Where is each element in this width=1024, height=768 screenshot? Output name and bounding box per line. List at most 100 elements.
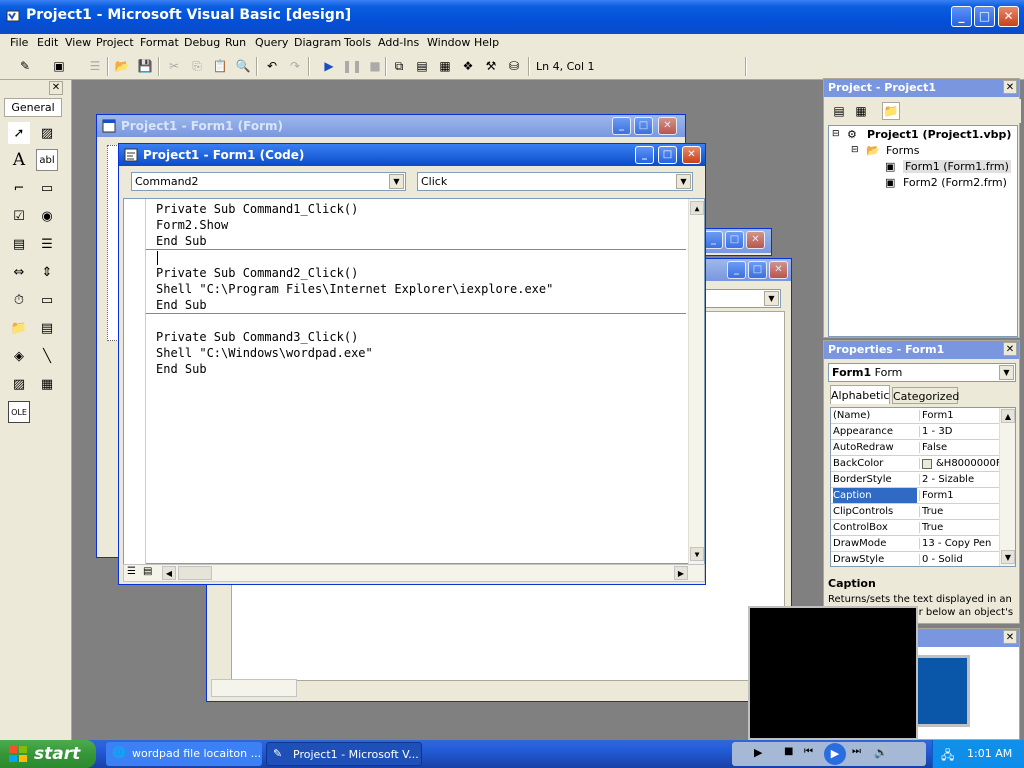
- form1-minimize-button[interactable]: _: [612, 117, 631, 135]
- optionbutton-icon[interactable]: ◉: [36, 205, 58, 227]
- menu-project[interactable]: Project: [96, 36, 134, 49]
- code-editor[interactable]: Private Sub Command1_Click() Form2.Show …: [123, 198, 705, 565]
- menu-window[interactable]: Window: [427, 36, 470, 49]
- add-form-icon[interactable]: ▣: [50, 57, 68, 75]
- form-layout-close-icon[interactable]: ✕: [1003, 630, 1017, 644]
- collapse-icon[interactable]: ⊟: [832, 129, 840, 139]
- previous-icon[interactable]: ⏮: [804, 746, 813, 757]
- commandbutton-icon[interactable]: ▭: [36, 177, 58, 199]
- prop-value[interactable]: Form1: [919, 410, 999, 421]
- toggle-folders-icon[interactable]: 📁: [882, 102, 900, 120]
- view-code-icon[interactable]: ▤: [830, 102, 848, 120]
- object-browser-icon[interactable]: ❖: [459, 57, 477, 75]
- prop-value[interactable]: 0 - Solid: [919, 554, 999, 565]
- procedure-view-icon[interactable]: ☰: [127, 566, 136, 577]
- prop-value[interactable]: 1 - 3D: [919, 426, 999, 437]
- image-icon[interactable]: ▨: [8, 373, 30, 395]
- menu-add-ins[interactable]: Add-Ins: [378, 36, 419, 49]
- scroll-up-icon[interactable]: ▲: [1001, 409, 1015, 423]
- properties-close-icon[interactable]: ✕: [1003, 342, 1017, 356]
- code-maximize-button[interactable]: □: [658, 146, 677, 164]
- code-close-button[interactable]: ✕: [682, 146, 701, 164]
- shape-icon[interactable]: ◈: [8, 345, 30, 367]
- project-explorer-close-icon[interactable]: ✕: [1003, 80, 1017, 94]
- code-vertical-scrollbar[interactable]: ▲ ▼: [688, 199, 704, 565]
- media-player-toolbar[interactable]: ▶ ■ ⏮ ▶ ⏭ 🔊: [732, 742, 926, 766]
- filelistbox-icon[interactable]: ▤: [36, 317, 58, 339]
- prop-name-selected[interactable]: Caption: [833, 488, 917, 503]
- object-combo-arrow-icon[interactable]: ▼: [389, 174, 404, 189]
- menu-view[interactable]: View: [65, 36, 91, 49]
- prop-value[interactable]: False: [919, 442, 999, 453]
- combobox-icon[interactable]: ▤: [8, 233, 30, 255]
- stop-icon[interactable]: ■: [784, 746, 793, 757]
- menu-file[interactable]: File: [10, 36, 28, 49]
- hscrollbar-icon[interactable]: ⇔: [8, 261, 30, 283]
- prop-name[interactable]: ControlBox: [833, 522, 917, 533]
- media-player-preview[interactable]: [748, 606, 918, 740]
- taskbar-item-wordpad[interactable]: 🌐 wordpad file locaiton ...: [106, 742, 262, 766]
- menu-format[interactable]: Format: [140, 36, 179, 49]
- cut-icon[interactable]: ✂: [165, 57, 183, 75]
- prop-name[interactable]: BorderStyle: [833, 474, 917, 485]
- prop-value[interactable]: Form1: [919, 490, 999, 501]
- copy-icon[interactable]: ⎘: [188, 57, 206, 75]
- properties-window-icon[interactable]: ▤: [413, 57, 431, 75]
- form2-maximize-button[interactable]: □: [748, 261, 767, 279]
- menu-help[interactable]: Help: [474, 36, 499, 49]
- prop-name[interactable]: DrawMode: [833, 538, 917, 549]
- prop-name[interactable]: (Name): [833, 410, 917, 421]
- project-explorer-icon[interactable]: ⧉: [390, 57, 408, 75]
- main-title-bar[interactable]: Project1 - Microsoft Visual Basic [desig…: [0, 0, 1024, 34]
- start-icon[interactable]: ▶: [320, 57, 338, 75]
- save-project-icon[interactable]: 💾: [136, 57, 154, 75]
- label-icon[interactable]: A: [8, 149, 30, 171]
- menu-query[interactable]: Query: [255, 36, 288, 49]
- line-icon[interactable]: ╲: [36, 345, 58, 367]
- maximize-button[interactable]: □: [974, 6, 995, 27]
- end-icon[interactable]: ■: [366, 57, 384, 75]
- menu-run[interactable]: Run: [225, 36, 246, 49]
- listbox-icon[interactable]: ☰: [36, 233, 58, 255]
- data-view-icon[interactable]: ⛁: [505, 57, 523, 75]
- data-control-icon[interactable]: ▦: [36, 373, 58, 395]
- pause-icon[interactable]: ▶: [824, 743, 846, 765]
- volume-icon[interactable]: 🔊: [874, 746, 888, 759]
- break-icon[interactable]: ❚❚: [342, 57, 362, 75]
- object-combo[interactable]: Command2 ▼: [131, 172, 406, 191]
- form2-close-button[interactable]: ✕: [769, 261, 788, 279]
- tab-categorized[interactable]: Categorized: [892, 387, 959, 404]
- project-tree[interactable]: ⊟ ⚙ Project1 (Project1.vbp) ⊟ 📂 Forms ▣ …: [828, 125, 1018, 337]
- next-icon[interactable]: ⏭: [852, 746, 861, 757]
- prop-value[interactable]: 2 - Sizable: [919, 474, 999, 485]
- code-horizontal-scrollbar[interactable]: ☰ ▤ ◀ ▶: [123, 564, 705, 582]
- play-icon[interactable]: ▶: [754, 746, 762, 759]
- start-button[interactable]: start: [0, 740, 96, 768]
- form2-minimize-button[interactable]: _: [727, 261, 746, 279]
- prop-value[interactable]: True: [919, 522, 999, 533]
- menu-diagram[interactable]: Diagram: [294, 36, 341, 49]
- prop-name[interactable]: DrawStyle: [833, 554, 917, 565]
- paste-icon[interactable]: 📋: [211, 57, 229, 75]
- toolbox-tab-general[interactable]: General: [4, 98, 62, 117]
- open-project-icon[interactable]: 📂: [113, 57, 131, 75]
- timer-icon[interactable]: ⏱: [8, 289, 30, 311]
- property-grid[interactable]: (Name) Form1 Appearance 1 - 3D AutoRedraw F…: [830, 407, 1016, 567]
- menu-edit[interactable]: Edit: [37, 36, 58, 49]
- vscrollbar-icon[interactable]: ⇕: [36, 261, 58, 283]
- prop-name[interactable]: AutoRedraw: [833, 442, 917, 453]
- network-icon[interactable]: 🖧: [941, 746, 954, 767]
- form1-tree-item[interactable]: Form1 (Form1.frm): [903, 160, 1011, 173]
- textbox-icon[interactable]: abl: [36, 149, 58, 171]
- toolbox-close-icon[interactable]: ✕: [49, 81, 63, 95]
- prop-value[interactable]: 13 - Copy Pen: [919, 538, 999, 549]
- redo-icon[interactable]: ↷: [286, 57, 304, 75]
- form1-maximize-button[interactable]: □: [634, 117, 653, 135]
- prop-name[interactable]: BackColor: [833, 458, 917, 469]
- menu-debug[interactable]: Debug: [184, 36, 220, 49]
- pointer-icon[interactable]: ➚: [8, 122, 30, 144]
- scroll-down-icon[interactable]: ▼: [690, 547, 704, 561]
- code-window[interactable]: Project1 - Form1 (Code) _ □ ✕ Command2 ▼ …: [118, 143, 706, 585]
- scroll-right-icon[interactable]: ▶: [674, 566, 688, 580]
- ole-icon[interactable]: OLE: [8, 401, 30, 423]
